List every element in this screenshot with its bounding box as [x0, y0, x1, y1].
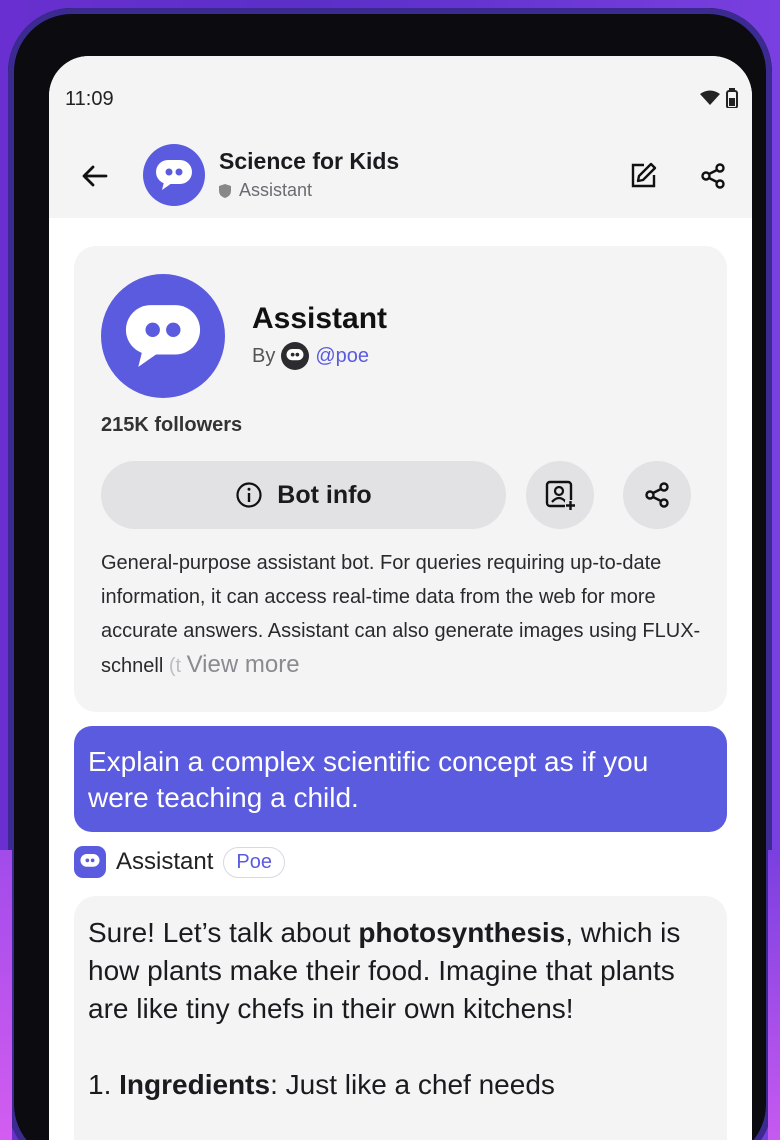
bot-description: General-purpose assistant bot. For queri… [101, 546, 701, 683]
view-more-link[interactable]: View more [187, 651, 300, 678]
chat-subtitle: Assistant [219, 180, 312, 201]
bot-profile-card: Assistant By @poe 215K followers Bot inf… [74, 246, 727, 712]
bot-avatar [101, 274, 225, 398]
list-number: 1. [88, 1069, 120, 1100]
bot-name: Assistant [252, 302, 388, 335]
share-icon [701, 163, 725, 189]
add-user-icon [545, 480, 576, 511]
chat-subtitle-label: Assistant [239, 180, 313, 200]
phone-screen: 11:09 Science for Kids Assistant Assista… [49, 56, 752, 1140]
background-glow-right [768, 850, 780, 1140]
wifi-icon [700, 90, 720, 105]
bot-face-icon [74, 846, 106, 878]
status-icons [700, 88, 738, 108]
bot-face-icon [156, 160, 192, 190]
chat-header: Science for Kids Assistant [49, 136, 752, 218]
bot-face-icon [125, 305, 201, 367]
reply-list-item: 1. Ingredients: Just like a chef needs [88, 1066, 713, 1104]
reply-text: Sure! Let’s talk about [88, 917, 359, 948]
user-message-bubble: Explain a complex scientific concept as … [74, 726, 727, 832]
battery-icon [726, 88, 738, 108]
followers-count: 215K followers [101, 414, 243, 436]
share-button-header[interactable] [695, 158, 731, 194]
share-icon [645, 482, 669, 508]
bot-creator: By @poe [252, 342, 369, 370]
poe-badge: Poe [223, 846, 285, 878]
creator-handle-link[interactable]: @poe [315, 345, 369, 368]
add-to-profile-button[interactable] [526, 461, 594, 529]
reply-sender: Assistant Poe [74, 846, 285, 878]
back-button[interactable] [77, 158, 113, 194]
status-bar: 11:09 [49, 56, 752, 136]
description-truncated: (t [163, 655, 182, 677]
shield-icon [219, 183, 231, 198]
reply-paragraph: Sure! Let’s talk about photosynthesis, w… [88, 914, 713, 1028]
list-item-text: : Just like a chef needs [270, 1069, 555, 1100]
bot-reply-bubble: Sure! Let’s talk about photosynthesis, w… [74, 896, 727, 1140]
edit-icon [631, 162, 657, 188]
bot-info-button[interactable]: Bot info [101, 461, 506, 529]
reply-bold-term: photosynthesis [358, 917, 566, 948]
background-glow-left [0, 850, 12, 1140]
arrow-left-icon [82, 165, 108, 187]
info-icon [236, 482, 262, 508]
poe-logo-icon [281, 342, 310, 370]
edit-button[interactable] [625, 158, 661, 194]
status-time: 11:09 [65, 88, 114, 110]
reply-sender-name: Assistant [116, 848, 214, 875]
list-item-title: Ingredients [119, 1069, 271, 1100]
bot-info-label: Bot info [277, 480, 372, 509]
share-bot-button[interactable] [623, 461, 691, 529]
by-label: By [252, 344, 276, 367]
bot-avatar-small[interactable] [143, 144, 205, 206]
chat-title: Science for Kids [219, 148, 400, 174]
